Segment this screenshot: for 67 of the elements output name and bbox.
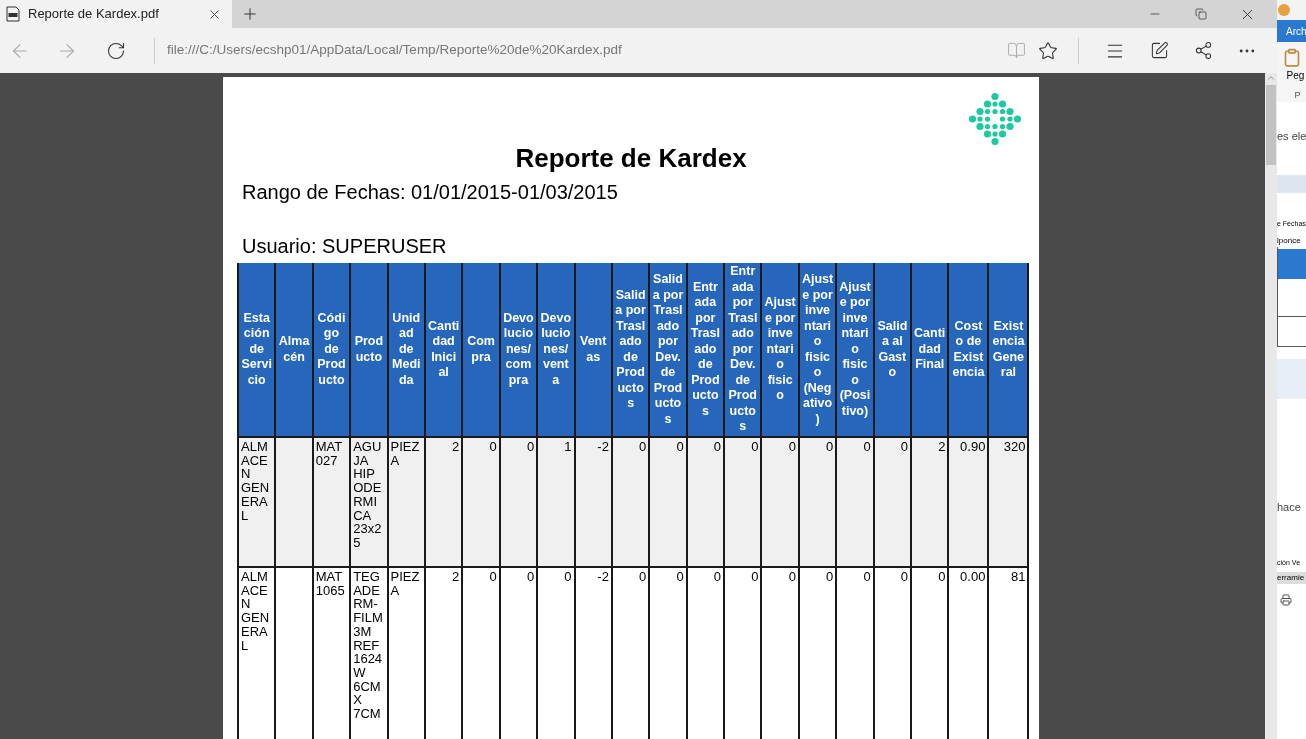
column-header: Ajuste por inventario fisico: [761, 263, 799, 437]
tab-title: Reporte de Kardex.pdf: [28, 5, 160, 24]
table-cell: ALMACEN GENERAL: [238, 437, 276, 567]
table-cell: 0: [611, 437, 650, 567]
table-cell: 0: [724, 437, 762, 567]
pdf-file-icon: [6, 6, 20, 22]
logo-icon: [967, 91, 1023, 147]
column-header: Entrada por Traslado de Productos: [686, 263, 725, 437]
print-icon[interactable]: [1280, 594, 1292, 606]
column-header: Cantidad Inicial: [424, 263, 463, 437]
browser-tab[interactable]: Reporte de Kardex.pdf: [0, 0, 232, 28]
column-header: Costo de Existencia: [948, 263, 989, 437]
column-header: Unidad de Medida: [387, 263, 425, 437]
table-cell: 0: [686, 437, 725, 567]
column-header: Ventas: [574, 263, 612, 437]
table-cell: PIEZA: [387, 437, 425, 567]
refresh-icon[interactable]: [106, 40, 126, 61]
column-header: Cantidad Final: [911, 263, 949, 437]
scroll-up-icon[interactable]: [1266, 73, 1276, 83]
ribbon-tab[interactable]: Arch: [1286, 23, 1306, 39]
table-cell: MAT027: [312, 437, 351, 567]
column-header: Salida al Gasto: [873, 263, 912, 437]
table-cell: 0: [649, 437, 687, 567]
table-cell: TEGADERM-FILM 3M REF 1624W 6CM X 7CM: [350, 567, 388, 739]
report-title: Reporte de Kardex: [514, 143, 748, 173]
column-header: Devoluciones/venta: [537, 263, 575, 437]
plus-icon[interactable]: [241, 5, 259, 23]
column-header: Código de Producto: [312, 263, 351, 437]
column-header: Salida por Traslado de Productos: [611, 263, 650, 437]
table-cell: ALMACEN GENERAL: [238, 567, 276, 739]
address-bar[interactable]: file:///C:/Users/ecshp01/AppData/Local/Temp/Reporte%20de%20Kardex.pdf: [155, 28, 1000, 73]
toolbar-title: erramie: [1277, 572, 1306, 584]
table-cell: 0: [798, 437, 837, 567]
table-cell: PIEZA: [387, 567, 425, 739]
table-cell: 1: [537, 437, 575, 567]
column-header: Ajuste por inventario fisico (Negativo): [798, 263, 837, 437]
scroll-thumb[interactable]: [1266, 85, 1276, 165]
column-header: Salida por Traslado por Dev. de Productos: [649, 263, 687, 437]
date-range: Rango de Fechas: 01/01/2015-01/03/2015: [242, 180, 619, 205]
table-cell: 320: [988, 437, 1029, 567]
column-header: Producto: [350, 263, 388, 437]
user-label: Usuario: SUPERUSER: [242, 234, 448, 259]
document-text: lponce: [1277, 235, 1302, 247]
document-text: es ele: [1277, 129, 1306, 144]
url-text: file:///C:/Users/ecshp01/AppData/Local/Temp/Reporte%20de%20Kardex.pdf: [167, 41, 622, 60]
table-cell: AGUJA HIPODERMICA 23x25: [350, 437, 388, 567]
column-header: Compra: [462, 263, 500, 437]
column-header: Devoluciones/compra: [499, 263, 538, 437]
column-header: Entrada por Traslado por Dev. de Productos: [724, 263, 762, 437]
column-header: Estación de Servicio: [238, 263, 276, 437]
group-label: P: [1294, 88, 1301, 102]
column-header: Ajuste por inventario fisico (Positivo): [836, 263, 874, 437]
table-cell: 0: [499, 437, 538, 567]
table-cell: 0: [761, 437, 799, 567]
table-cell: 0: [836, 437, 874, 567]
table-cell: 0: [873, 437, 912, 567]
table-cell: 0: [462, 437, 500, 567]
paste-label: Peg: [1286, 68, 1305, 83]
scrollbar[interactable]: [1265, 73, 1277, 739]
column-header: Almacén: [275, 263, 313, 437]
restore-icon[interactable]: [1195, 8, 1207, 20]
column-header: Existencia General: [988, 263, 1029, 437]
table-cell: 2: [911, 437, 949, 567]
document-band: [1277, 174, 1306, 193]
document-text: hace: [1277, 500, 1302, 515]
table-cell: -2: [574, 437, 612, 567]
table-cell: 2: [424, 437, 463, 567]
